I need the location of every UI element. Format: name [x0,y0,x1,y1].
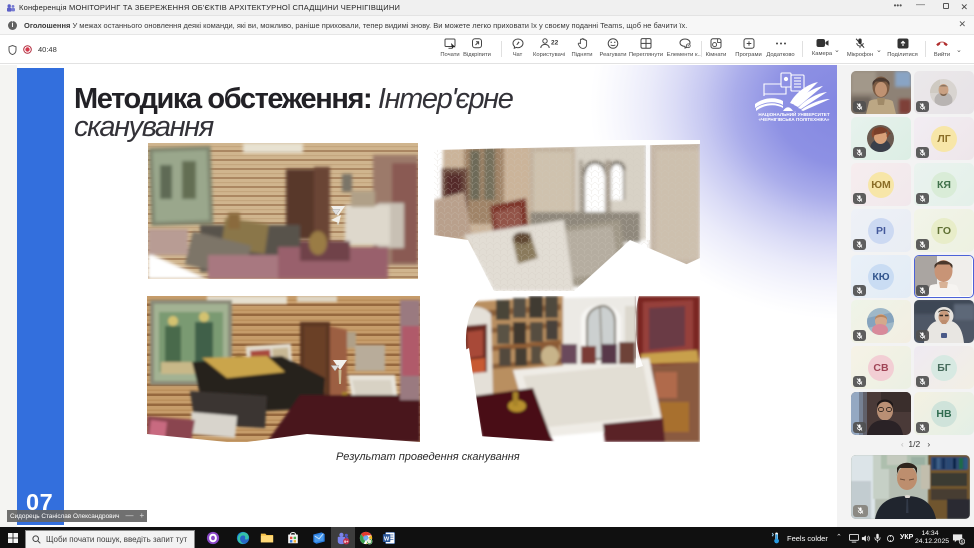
svg-text:22: 22 [551,40,559,47]
svg-text:НАЦІОНАЛЬНИЙ УНІВЕРСИТЕТ: НАЦІОНАЛЬНИЙ УНІВЕРСИТЕТ [758,110,830,117]
svg-text:W: W [384,536,390,542]
svg-text:5: 5 [961,539,964,544]
svg-text:«ЧЕРНІГІВСЬКА ПОЛІТЕХНІКА»: «ЧЕРНІГІВСЬКА ПОЛІТЕХНІКА» [758,117,829,122]
svg-text:9+: 9+ [344,539,349,544]
